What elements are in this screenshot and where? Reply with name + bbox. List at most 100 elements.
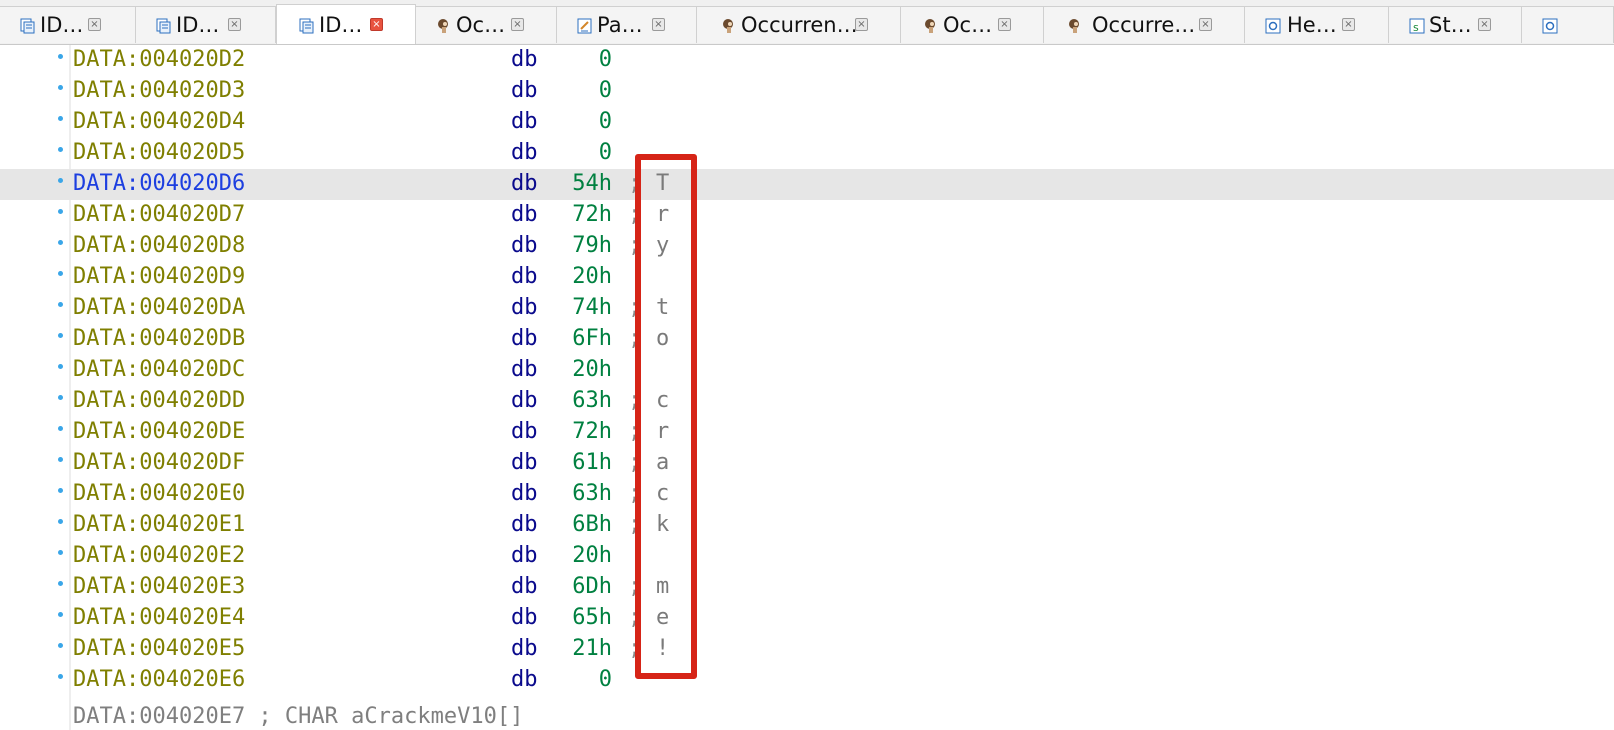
operand-value: 61h <box>572 450 612 475</box>
address-label: DATA:004020E0 <box>73 481 246 506</box>
ida-view-icon <box>156 18 171 34</box>
listing-row[interactable]: DATA:004020DA db 74h; t <box>0 293 1614 324</box>
pseudocode-icon <box>577 18 592 34</box>
close-icon[interactable]: × <box>370 18 383 31</box>
occurrences-icon <box>438 19 448 33</box>
operand-value: 0 <box>598 667 612 692</box>
tab-label: ID… <box>176 13 220 37</box>
instruction-mnemonic: db <box>511 574 538 599</box>
operand-value: 6Dh <box>572 574 612 599</box>
tab-pseudocode[interactable]: Pa… × <box>557 6 697 43</box>
tab-occurrences-2[interactable]: Occurren… × <box>697 6 901 43</box>
breakpoint-dot-icon <box>58 240 63 245</box>
tab-hex-view[interactable]: He… × <box>1245 6 1389 43</box>
listing-row[interactable]: DATA:004020DE db 72h; r <box>0 417 1614 448</box>
operand-value: 63h <box>572 388 612 413</box>
instruction-mnemonic: db <box>511 326 538 351</box>
tab-ida-view-1[interactable]: ID… × <box>0 6 136 43</box>
ida-view-icon <box>20 18 35 34</box>
occurrences-icon <box>925 19 935 33</box>
listing-row[interactable]: DATA:004020E1 db 6Bh; k <box>0 510 1614 541</box>
breakpoint-dot-icon <box>58 426 63 431</box>
occurrences-icon <box>1069 19 1079 33</box>
breakpoint-dot-icon <box>58 333 63 338</box>
breakpoint-dot-icon <box>58 178 63 183</box>
breakpoint-dot-icon <box>58 364 63 369</box>
operand-value: 6Bh <box>572 512 612 537</box>
listing-row[interactable]: DATA:004020D5 db 0 <box>0 138 1614 169</box>
breakpoint-dot-icon <box>58 85 63 90</box>
operand-value: 0 <box>598 109 612 134</box>
instruction-mnemonic: db <box>511 450 538 475</box>
operand-value: 20h <box>572 357 612 382</box>
listing-row[interactable]: DATA:004020DB db 6Fh; o <box>0 324 1614 355</box>
disassembly-listing[interactable]: DATA:004020D2 db 0 DATA:004020D3 db 0 DATA:004… <box>0 45 1614 730</box>
breakpoint-dot-icon <box>58 674 63 679</box>
listing-row-selected[interactable]: DATA:004020D6 db 54h; T <box>0 169 1614 200</box>
operand-value: 65h <box>572 605 612 630</box>
tab-occurrences-3[interactable]: Oc… × <box>901 6 1044 43</box>
listing-row[interactable]: DATA:004020DC db 20h <box>0 355 1614 386</box>
listing-row[interactable]: DATA:004020D3 db 0 <box>0 76 1614 107</box>
instruction-mnemonic: db <box>511 233 538 258</box>
close-icon[interactable]: × <box>1478 18 1491 31</box>
operand-value: 20h <box>572 264 612 289</box>
tab-label: Pa… <box>597 13 643 37</box>
operand-value: 0 <box>598 47 612 72</box>
address-label: DATA:004020DF <box>73 450 246 475</box>
tab-occurrences-1[interactable]: Oc… × <box>416 6 557 43</box>
address-label: DATA:004020E5 <box>73 636 246 661</box>
address-label: DATA:004020D4 <box>73 109 246 134</box>
instruction-mnemonic: db <box>511 605 538 630</box>
hex-view-icon <box>1542 18 1558 34</box>
breakpoint-dot-icon <box>58 643 63 648</box>
close-icon[interactable]: × <box>1199 18 1212 31</box>
tab-bar: ID… × ID… × ID… × Oc… × Pa… × Occurren… … <box>0 0 1614 45</box>
instruction-mnemonic: db <box>511 512 538 537</box>
listing-row[interactable]: DATA:004020D4 db 0 <box>0 107 1614 138</box>
tab-occurrences-4[interactable]: Occurre… × <box>1044 6 1245 43</box>
listing-row[interactable]: DATA:004020D9 db 20h <box>0 262 1614 293</box>
breakpoint-dot-icon <box>58 116 63 121</box>
listing-row[interactable]: DATA:004020DD db 63h; c <box>0 386 1614 417</box>
close-icon[interactable]: × <box>88 18 101 31</box>
address-label: DATA:004020E3 <box>73 574 246 599</box>
operand-value: 21h <box>572 636 612 661</box>
tab-overflow[interactable] <box>1522 6 1614 43</box>
listing-row[interactable]: DATA:004020D8 db 79h; y <box>0 231 1614 262</box>
breakpoint-dot-icon <box>58 457 63 462</box>
listing-row[interactable]: DATA:004020E4 db 65h; e <box>0 603 1614 634</box>
breakpoint-dot-icon <box>58 519 63 524</box>
address-label: DATA:004020D6 <box>73 171 246 196</box>
close-icon[interactable]: × <box>998 18 1011 31</box>
breakpoint-dot-icon <box>58 54 63 59</box>
instruction-mnemonic: db <box>511 140 538 165</box>
close-icon[interactable]: × <box>511 18 524 31</box>
listing-row[interactable]: DATA:004020E2 db 20h <box>0 541 1614 572</box>
listing-row[interactable]: DATA:004020E6 db 0 <box>0 665 1614 696</box>
operand-value: 6Fh <box>572 326 612 351</box>
operand-value: 74h <box>572 295 612 320</box>
tab-label: Occurre… <box>1092 13 1196 37</box>
listing-row[interactable]: DATA:004020DF db 61h; a <box>0 448 1614 479</box>
listing-row[interactable]: DATA:004020E5 db 21h;! <box>0 634 1614 665</box>
listing-row[interactable]: DATA:004020E0 db 63h; c <box>0 479 1614 510</box>
comment-marker <box>628 47 640 73</box>
tab-strings[interactable]: s St… × <box>1389 6 1522 43</box>
close-icon[interactable]: × <box>855 18 868 31</box>
listing-row[interactable]: DATA:004020D7 db 72h; r <box>0 200 1614 231</box>
tab-ida-view-2[interactable]: ID… × <box>136 6 276 43</box>
listing-row-partial[interactable]: DATA:004020E7 ; CHAR aCrackmeV10[] <box>0 696 1614 729</box>
address-label: DATA:004020D2 <box>73 47 246 72</box>
listing-row[interactable]: DATA:004020E3 db 6Dh; m <box>0 572 1614 603</box>
close-icon[interactable]: × <box>652 18 665 31</box>
tab-ida-view-active[interactable]: ID… × <box>276 4 416 44</box>
listing-row[interactable]: DATA:004020D2 db 0 <box>0 45 1614 76</box>
breakpoint-dot-icon <box>58 302 63 307</box>
instruction-mnemonic: db <box>511 419 538 444</box>
breakpoint-dot-icon <box>58 271 63 276</box>
operand-value: 0 <box>598 140 612 165</box>
highlight-box <box>635 154 697 679</box>
close-icon[interactable]: × <box>1342 18 1355 31</box>
close-icon[interactable]: × <box>228 18 241 31</box>
